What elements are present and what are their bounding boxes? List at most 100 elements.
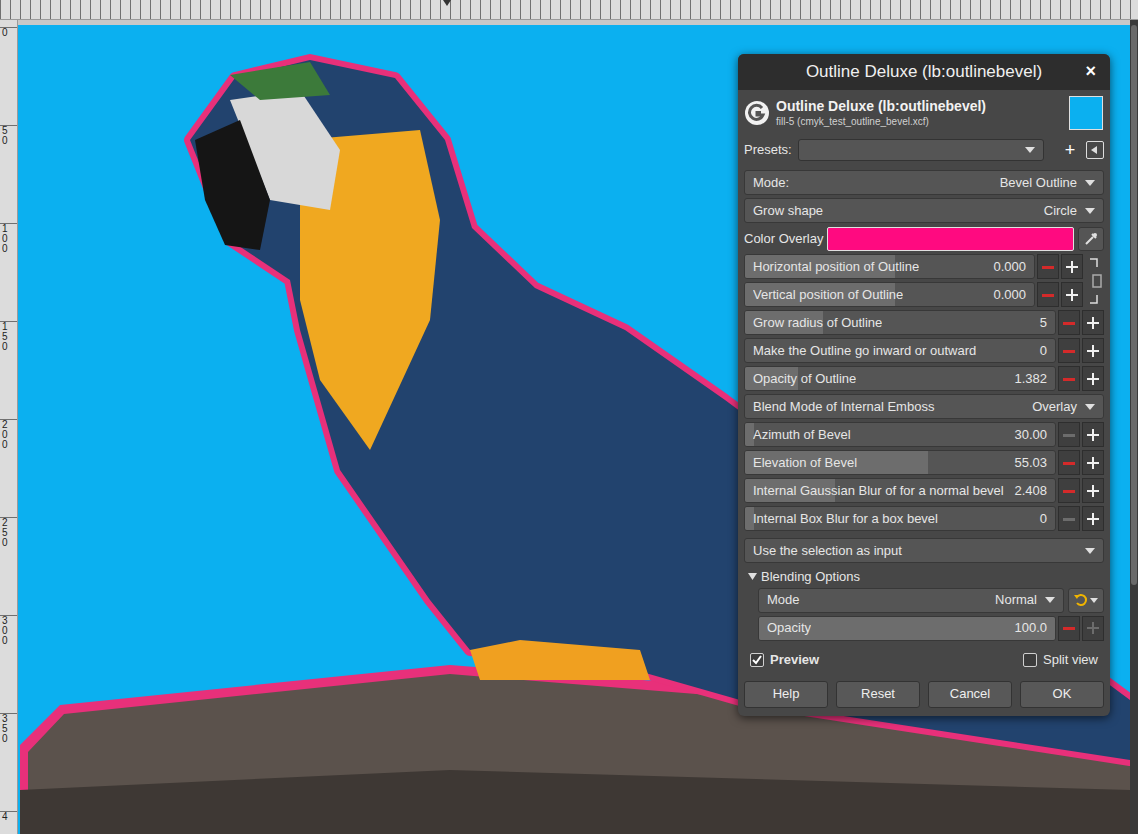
selection-input-combo-label: Use the selection as input <box>753 541 902 561</box>
presets-dropdown[interactable] <box>798 139 1044 161</box>
slider-row: Internal Gaussian Blur of for a normal b… <box>744 478 1104 503</box>
dialog-button[interactable]: OK <box>1020 681 1104 708</box>
slider-track[interactable]: Internal Box Blur for a box bevel 0 <box>744 506 1056 531</box>
slider-track[interactable]: Vertical position of Outline0.000 <box>744 282 1035 307</box>
slider-label: Vertical position of Outline <box>753 285 903 305</box>
increase-button[interactable] <box>1082 422 1104 447</box>
slider-label: Internal Box Blur for a box bevel <box>753 509 938 529</box>
blend-mode-combo[interactable]: Mode Normal <box>758 588 1064 613</box>
slider-value: 1.382 <box>1006 369 1047 389</box>
slider-track[interactable]: Azimuth of Bevel30.00 <box>744 422 1056 447</box>
increase-button[interactable] <box>1061 254 1083 279</box>
slider-track[interactable]: Opacity 100.0 <box>758 616 1056 641</box>
slider-track[interactable]: Internal Gaussian Blur of for a normal b… <box>744 478 1056 503</box>
ruler-mark: 350 <box>0 713 17 811</box>
checkmark-icon <box>752 655 762 665</box>
dialog-button[interactable]: Reset <box>836 681 920 708</box>
ruler-mark: 4 <box>0 811 17 834</box>
dialog-button[interactable]: Cancel <box>928 681 1012 708</box>
decrease-button[interactable] <box>1037 282 1059 307</box>
vertical-scrollbar[interactable] <box>1130 20 1138 834</box>
color-swatch[interactable] <box>827 227 1074 251</box>
ruler-mark: 300 <box>0 615 17 713</box>
decrease-button[interactable] <box>1058 450 1080 475</box>
blending-expander[interactable]: Blending Options <box>744 567 1104 587</box>
slider-track[interactable]: Horizontal position of Outline0.000 <box>744 254 1035 279</box>
slider-label: Opacity <box>767 618 811 638</box>
add-preset-button[interactable]: + <box>1062 140 1078 160</box>
top-ruler <box>0 0 1138 20</box>
slider-fill <box>745 507 754 530</box>
combo-box[interactable]: Mode:Bevel Outline <box>744 170 1104 195</box>
color-row: Color Overlay <box>744 226 1104 251</box>
button-row: Help Reset Cancel OK <box>744 681 1104 708</box>
chain-button[interactable] <box>1086 254 1104 307</box>
preview-swatch <box>1069 96 1103 130</box>
plus-icon <box>1066 261 1078 273</box>
slider-track[interactable]: Make the Outline go inward or outward0 <box>744 338 1056 363</box>
dialog-button[interactable]: Help <box>744 681 828 708</box>
decrease-button[interactable] <box>1037 254 1059 279</box>
split-view-checkbox[interactable]: Split view <box>1023 650 1098 670</box>
decrease-button[interactable] <box>1058 338 1080 363</box>
eyedropper-icon <box>1084 232 1098 246</box>
selection-input-combo[interactable]: Use the selection as input <box>744 538 1104 563</box>
settings-list: Mode:Bevel Outline Grow shapeCircle Color … <box>744 170 1104 531</box>
increase-button[interactable] <box>1082 338 1104 363</box>
window-title: Outline Deluxe (lb:outlinebevel) <box>750 59 1098 85</box>
decrease-button[interactable] <box>1058 366 1080 391</box>
dialog-body: Outline Deluxe (lb:outlinebevel)fill-5 (… <box>738 90 1110 716</box>
increase-button[interactable] <box>1061 282 1083 307</box>
split-view-checkbox-label: Split view <box>1043 650 1098 670</box>
reset-mode-button[interactable] <box>1068 588 1104 613</box>
split-view-checkbox-box[interactable] <box>1023 653 1037 667</box>
plus-icon <box>1087 457 1099 469</box>
ruler-number: 350 <box>2 714 9 744</box>
plus-icon <box>1066 289 1078 301</box>
blend-mode-combo-value: Normal <box>987 590 1037 610</box>
decrease-button[interactable] <box>1058 616 1080 641</box>
ruler-number: 200 <box>2 420 9 450</box>
slider-row: Internal Box Blur for a box bevel 0 <box>744 506 1104 531</box>
plus-icon <box>1087 513 1099 525</box>
slider-track[interactable]: Opacity of Outline1.382 <box>744 366 1056 391</box>
slider-track[interactable]: Grow radius of Outline5 <box>744 310 1056 335</box>
ruler-number: 4 <box>2 812 9 822</box>
slider-track[interactable]: Elevation of Bevel55.03 <box>744 450 1056 475</box>
menu-arrow-icon <box>1091 146 1099 154</box>
increase-button <box>1082 616 1104 641</box>
combo-box-label: Grow shape <box>753 201 823 221</box>
title-bar[interactable]: Outline Deluxe (lb:outlinebevel)× <box>738 54 1110 90</box>
plugin-header: Outline Deluxe (lb:outlinebevel)fill-5 (… <box>744 94 1104 132</box>
color-picker-button[interactable] <box>1078 227 1104 251</box>
expander-triangle-icon <box>748 572 757 581</box>
preview-checkbox[interactable]: Preview <box>750 650 819 670</box>
scrollbar-thumb[interactable] <box>1131 25 1137 585</box>
increase-button[interactable] <box>1082 366 1104 391</box>
slider-value: 100.0 <box>1006 618 1047 638</box>
increase-button[interactable] <box>1082 478 1104 503</box>
slider-row: Grow radius of Outline5 <box>744 310 1104 335</box>
combo-box[interactable]: Blend Mode of Internal EmbossOverlay <box>744 394 1104 419</box>
blend-mode-combo-label: Mode <box>767 590 800 610</box>
decrease-button[interactable] <box>1058 310 1080 335</box>
increase-button[interactable] <box>1082 450 1104 475</box>
preset-menu-button[interactable] <box>1086 141 1104 159</box>
decrease-button[interactable] <box>1058 478 1080 503</box>
combo-box[interactable]: Grow shapeCircle <box>744 198 1104 223</box>
combo-box-value: Overlay <box>1024 397 1077 417</box>
plus-icon <box>1087 429 1099 441</box>
slider-value: 0 <box>1032 509 1047 529</box>
increase-button[interactable] <box>1082 310 1104 335</box>
linked-sliders: Horizontal position of Outline0.000 Verti… <box>744 254 1104 307</box>
slider-row: Make the Outline go inward or outward0 <box>744 338 1104 363</box>
minus-icon <box>1063 345 1075 357</box>
dropdown-arrow-icon <box>1090 598 1098 603</box>
preview-checkbox-box[interactable] <box>750 653 764 667</box>
decrease-button <box>1058 422 1080 447</box>
slider-label: Grow radius of Outline <box>753 313 882 333</box>
header-text: Outline Deluxe (lb:outlinebevel)fill-5 (… <box>776 98 1063 128</box>
increase-button[interactable] <box>1082 506 1104 531</box>
minus-icon <box>1063 622 1075 634</box>
close-button[interactable]: × <box>1085 61 1096 81</box>
